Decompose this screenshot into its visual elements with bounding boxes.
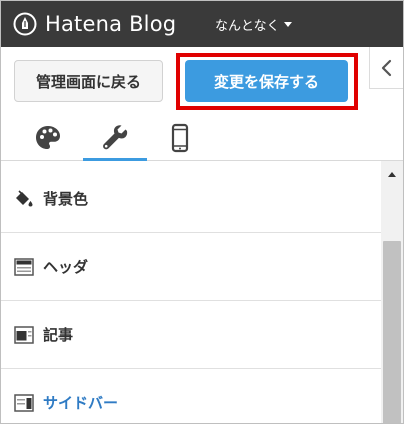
- chevron-left-icon: [381, 59, 391, 76]
- arrow-up-icon: [388, 171, 396, 177]
- hatena-pen-icon: [13, 12, 37, 36]
- save-changes-button[interactable]: 変更を保存する: [185, 60, 348, 102]
- section-label: ヘッダ: [43, 258, 89, 276]
- palette-icon: [36, 126, 60, 149]
- scroll-up-button[interactable]: [381, 167, 403, 181]
- tab-bar: [1, 119, 403, 161]
- article-layout-icon: [14, 325, 34, 344]
- app-name: Hatena Blog: [45, 12, 177, 36]
- blog-selector[interactable]: なんとなく: [215, 13, 292, 35]
- paint-bucket-icon: [16, 189, 33, 206]
- caret-down-icon: [283, 21, 292, 27]
- tab-smartphone[interactable]: [148, 119, 212, 161]
- tab-customize[interactable]: [83, 119, 147, 161]
- customize-panel: Hatena Blog なんとなく 管理画面に戻る 変更を保存する 背景色 ヘッ…: [0, 0, 404, 424]
- section-item-article[interactable]: 記事: [1, 301, 381, 369]
- hatena-blog-logo[interactable]: Hatena Blog: [13, 10, 176, 38]
- wrench-icon: [103, 125, 128, 150]
- section-label: 記事: [43, 326, 74, 344]
- section-label: 背景色: [43, 190, 89, 208]
- sidebar-layout-icon: [14, 393, 34, 412]
- scroll-thumb[interactable]: [383, 241, 401, 423]
- section-item-background-color[interactable]: 背景色: [1, 165, 381, 233]
- tab-design[interactable]: [16, 119, 80, 161]
- section-item-header[interactable]: ヘッダ: [1, 233, 381, 301]
- top-bar: Hatena Blog なんとなく: [1, 1, 403, 47]
- scrollbar[interactable]: [381, 161, 403, 423]
- header-layout-icon: [14, 257, 34, 276]
- smartphone-icon: [171, 123, 189, 153]
- section-label: サイドバー: [43, 394, 119, 412]
- section-item-sidebar[interactable]: サイドバー: [1, 369, 381, 423]
- collapse-panel-button[interactable]: [369, 47, 403, 89]
- blog-selector-label: なんとなく: [215, 18, 280, 34]
- action-area: 管理画面に戻る 変更を保存する: [1, 47, 403, 161]
- back-to-dashboard-button[interactable]: 管理画面に戻る: [14, 60, 163, 102]
- section-list: 背景色 ヘッダ 記事 サイドバー: [1, 161, 381, 423]
